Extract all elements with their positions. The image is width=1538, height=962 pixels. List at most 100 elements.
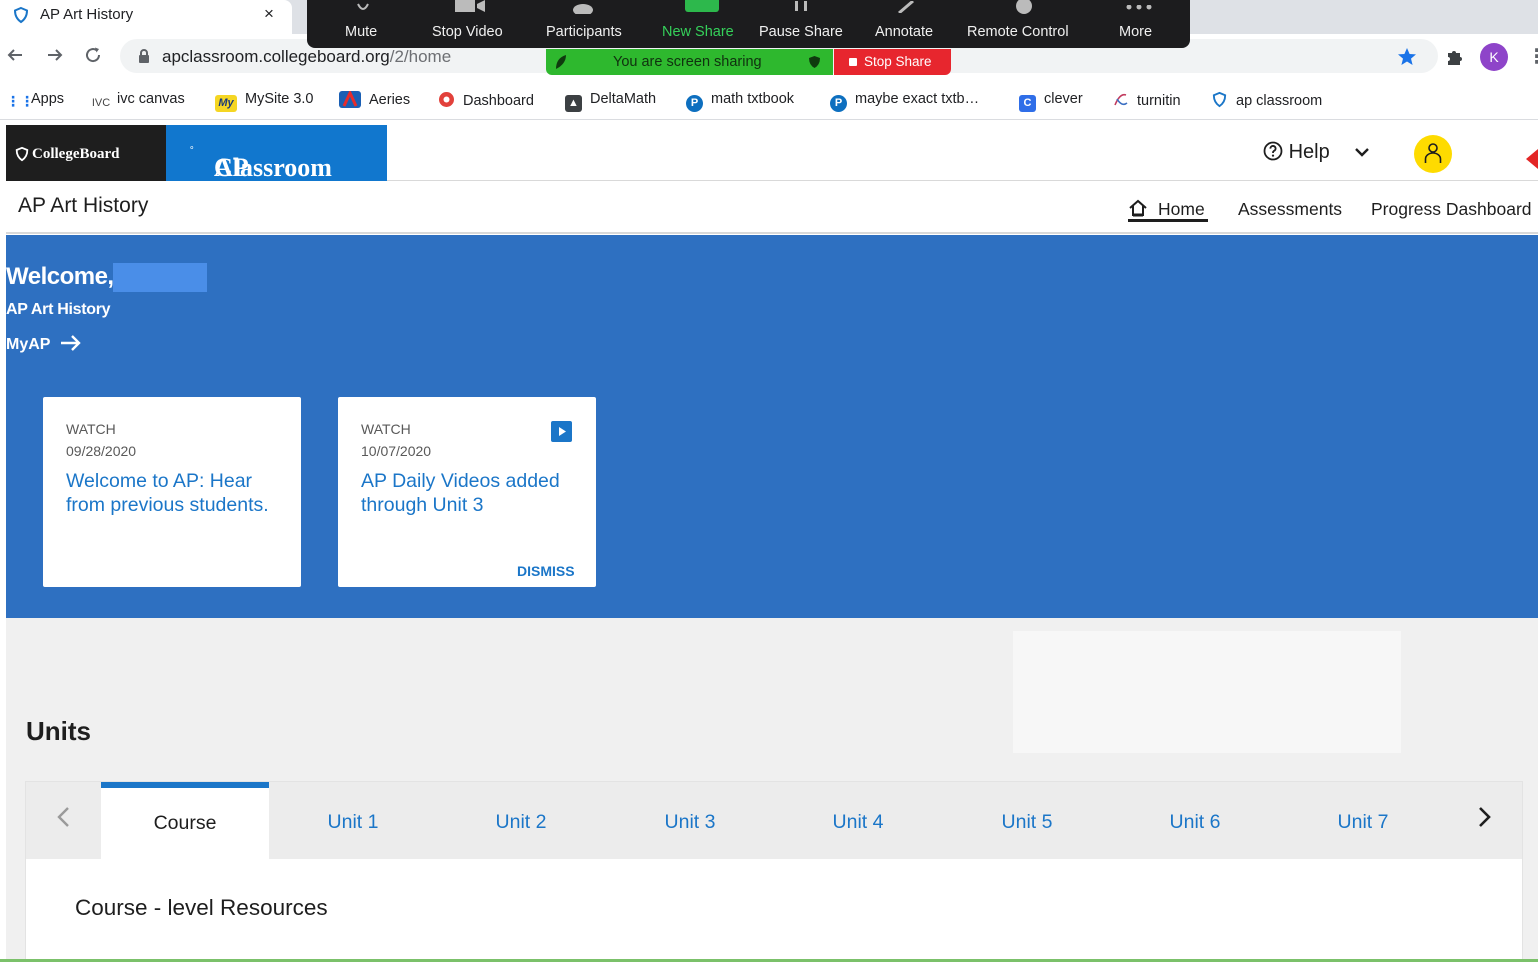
- ap-logo-classroom: Classroom: [214, 153, 332, 182]
- bookmark-aeries[interactable]: Aeries: [339, 89, 410, 108]
- zoom-participants-button[interactable]: Participants: [546, 24, 622, 40]
- collegeboard-logo[interactable]: CollegeBoard: [6, 125, 166, 181]
- bookmark-maybe-exact-txtbook[interactable]: Pmaybe exact txtb…: [830, 91, 979, 112]
- tab-close-icon[interactable]: ×: [264, 4, 274, 24]
- profile-avatar[interactable]: K: [1480, 43, 1508, 71]
- ivc-icon: IVC: [91, 97, 111, 109]
- stop-share-button[interactable]: Stop Share: [834, 49, 951, 75]
- card-date: 09/28/2020: [66, 443, 137, 459]
- bookmark-mysite[interactable]: My MySite 3.0: [215, 91, 314, 112]
- zoom-meeting-controls: Mute Stop Video Participants New Share P…: [307, 0, 1190, 48]
- sharing-notice-text: You are screen sharing: [613, 54, 762, 70]
- chevron-right-icon[interactable]: [1478, 804, 1492, 835]
- placeholder-panel: [1013, 631, 1401, 753]
- card-type: WATCH: [66, 421, 116, 437]
- extensions-puzzle-icon[interactable]: [1445, 47, 1465, 72]
- units-panel: Course Unit 1 Unit 2 Unit 3 Unit 4 Unit …: [25, 781, 1523, 962]
- play-video-icon[interactable]: [551, 421, 572, 442]
- more-dots-icon[interactable]: [1125, 0, 1155, 18]
- pearson-icon: P: [830, 95, 847, 112]
- nav-progress-dashboard[interactable]: Progress Dashboard: [1371, 199, 1532, 220]
- redacted-user-name: [113, 263, 207, 292]
- bookmark-clever[interactable]: Cclever: [1019, 91, 1083, 112]
- new-share-icon[interactable]: [685, 0, 719, 12]
- bookmark-math-txtbook[interactable]: Pmath txtbook: [686, 91, 794, 112]
- bookmarks-bar: ⋮⋮Apps IVC ivc canvas My MySite 3.0 Aeries…: [0, 80, 1538, 120]
- pause-share-icon[interactable]: [795, 0, 809, 18]
- units-section: Units Course Unit 1 Unit 2 Unit 3 Unit 4…: [6, 618, 1538, 962]
- bookmark-ap-classroom[interactable]: ap classroom: [1211, 91, 1322, 109]
- announcement-card[interactable]: WATCH 09/28/2020 Welcome to AP: Hear fro…: [43, 397, 301, 587]
- zoom-new-share-button[interactable]: New Share: [662, 24, 734, 40]
- card-title-link[interactable]: AP Daily Videos added through Unit 3: [361, 469, 581, 517]
- browser-tab[interactable]: AP Art History ×: [0, 0, 292, 34]
- welcome-heading: Welcome,: [6, 263, 114, 290]
- user-icon: [1424, 143, 1442, 170]
- tab-unit-7[interactable]: Unit 7: [1279, 782, 1447, 859]
- lock-icon[interactable]: [138, 48, 150, 69]
- pointer-cursor-icon: [1524, 149, 1538, 174]
- microphone-icon[interactable]: [355, 0, 371, 21]
- app-header: CollegeBoard AP ° Classroom Help: [6, 125, 1538, 182]
- units-heading: Units: [26, 716, 91, 746]
- ap-classroom-logo[interactable]: AP ° Classroom: [166, 125, 387, 182]
- resources-heading: Course - level Resources: [75, 895, 328, 920]
- mysite-icon: My: [215, 95, 237, 112]
- zoom-pause-share-button[interactable]: Pause Share: [759, 24, 843, 40]
- help-menu[interactable]: Help: [1263, 141, 1370, 164]
- zoom-mute-button[interactable]: Mute: [345, 24, 377, 40]
- bookmark-dashboard[interactable]: Dashboard: [438, 91, 534, 109]
- bookmark-deltamath[interactable]: ▲ DeltaMath: [565, 91, 656, 112]
- tab-unit-5[interactable]: Unit 5: [943, 782, 1111, 859]
- bookmark-turnitin[interactable]: turnitin: [1112, 91, 1181, 109]
- arrow-right-icon: [55, 335, 82, 353]
- collegeboard-favicon-icon: [12, 6, 30, 29]
- acorn-shield-icon: [14, 145, 30, 168]
- screen-sharing-notice: You are screen sharing: [546, 49, 833, 75]
- nav-assessments[interactable]: Assessments: [1238, 199, 1342, 220]
- browser-menu-icon[interactable]: ⋮: [1527, 44, 1538, 69]
- tab-title: AP Art History: [40, 6, 134, 23]
- chevron-left-icon[interactable]: [56, 804, 70, 835]
- tab-unit-4[interactable]: Unit 4: [774, 782, 942, 859]
- tab-unit-2[interactable]: Unit 2: [437, 782, 605, 859]
- url-text[interactable]: apclassroom.collegeboard.org/2/home: [162, 47, 451, 67]
- card-title-link[interactable]: Welcome to AP: Hear from previous studen…: [66, 469, 286, 517]
- myap-link[interactable]: MyAP: [6, 335, 82, 354]
- help-label: Help: [1288, 141, 1330, 163]
- card-date: 10/07/2020: [361, 443, 432, 459]
- tab-course[interactable]: Course: [101, 782, 269, 859]
- zoom-more-button[interactable]: More: [1119, 24, 1152, 40]
- forward-icon[interactable]: [46, 46, 64, 70]
- bookmark-ivc-canvas[interactable]: IVC ivc canvas: [89, 91, 185, 112]
- zoom-stop-video-button[interactable]: Stop Video: [432, 24, 503, 40]
- participants-icon[interactable]: [572, 0, 602, 19]
- dismiss-button[interactable]: DISMISS: [517, 563, 575, 579]
- reload-icon[interactable]: [84, 46, 102, 70]
- aeries-icon: [339, 89, 361, 108]
- nav-home-active-indicator: [1128, 219, 1208, 222]
- announcement-card[interactable]: WATCH 10/07/2020 AP Daily Videos added t…: [338, 397, 596, 587]
- banner-course-name: AP Art History: [6, 301, 111, 318]
- remote-control-icon[interactable]: [1015, 0, 1033, 19]
- course-title: AP Art History: [18, 194, 149, 217]
- dashboard-icon: [438, 91, 455, 108]
- help-circle-icon: [1263, 141, 1283, 163]
- video-camera-icon[interactable]: [455, 0, 485, 19]
- pearson-icon: P: [686, 95, 703, 112]
- zoom-annotate-button[interactable]: Annotate: [875, 24, 933, 40]
- bookmark-star-icon[interactable]: [1397, 47, 1417, 72]
- security-shield-icon: [808, 55, 821, 73]
- zoom-remote-control-button[interactable]: Remote Control: [967, 24, 1069, 40]
- turnitin-icon: [1112, 91, 1129, 108]
- annotate-pen-icon[interactable]: [897, 0, 915, 18]
- back-icon[interactable]: [6, 46, 24, 70]
- course-subnav: AP Art History Home Assessments Progress…: [6, 182, 1538, 234]
- tab-unit-6[interactable]: Unit 6: [1111, 782, 1279, 859]
- tab-unit-1[interactable]: Unit 1: [269, 782, 437, 859]
- bookmark-apps[interactable]: ⋮⋮Apps: [6, 91, 64, 110]
- welcome-banner: Welcome, AP Art History MyAP WATCH 09/28…: [6, 235, 1538, 618]
- user-avatar[interactable]: [1414, 135, 1452, 173]
- nav-home[interactable]: Home: [1128, 199, 1205, 220]
- tab-unit-3[interactable]: Unit 3: [606, 782, 774, 859]
